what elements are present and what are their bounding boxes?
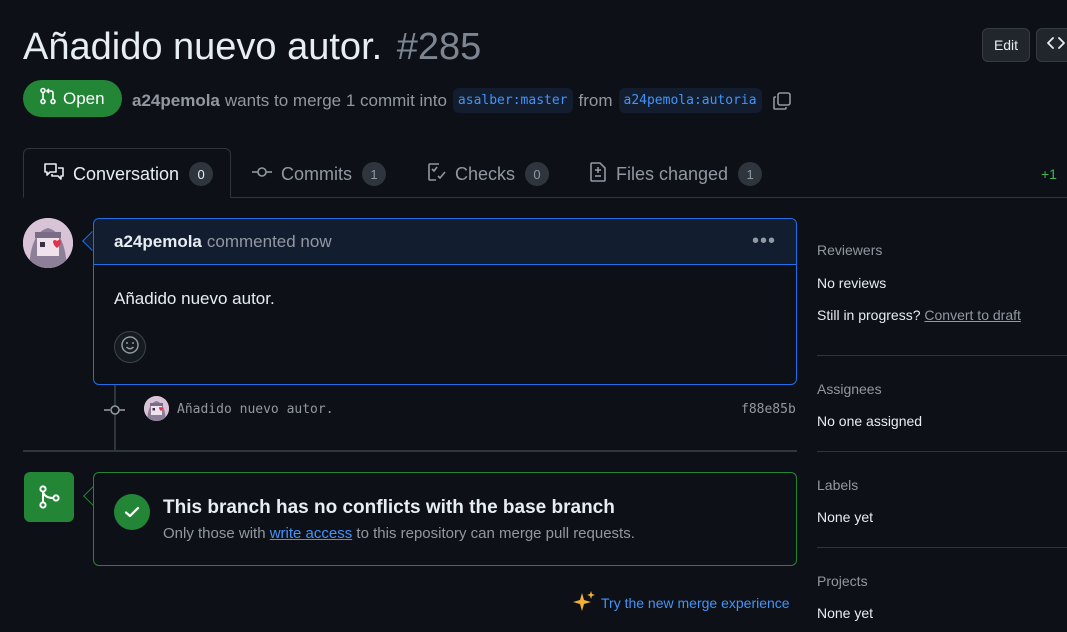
- tab-counter: 0: [525, 162, 550, 186]
- assignees-value: No one assigned: [817, 413, 923, 429]
- merge-status-title: This branch has no conflicts with the ba…: [163, 497, 615, 518]
- merge-sub-prefix: Only those with: [163, 525, 266, 542]
- labels-heading[interactable]: Labels: [817, 477, 858, 493]
- tab-label: Files changed: [616, 163, 729, 184]
- tab-checks[interactable]: Checks 0: [427, 160, 550, 188]
- tab-counter: 1: [362, 162, 386, 186]
- assignees-heading[interactable]: Assignees: [817, 381, 882, 397]
- add-reaction-button[interactable]: [114, 331, 146, 363]
- pr-from-text: from: [578, 90, 613, 110]
- projects-heading[interactable]: Projects: [817, 573, 868, 589]
- pr-state-badge: Open: [23, 80, 122, 117]
- smiley-icon: [120, 335, 140, 360]
- merge-sub-suffix: to this repository can merge pull reques…: [356, 525, 635, 542]
- edit-button[interactable]: Edit: [982, 28, 1030, 62]
- merge-status-subtitle: Only those with write access to this rep…: [163, 525, 635, 542]
- checklist-icon: [427, 162, 447, 187]
- git-merge-icon: [24, 472, 74, 522]
- reviewers-value: No reviews: [817, 275, 887, 291]
- git-commit-icon: [251, 162, 273, 187]
- comment-body: Añadido nuevo autor.: [114, 289, 275, 308]
- sidebar-divider: [817, 451, 1067, 452]
- commit-message-link[interactable]: Añadido nuevo autor.: [177, 402, 334, 417]
- code-icon: [1047, 35, 1065, 56]
- comment-header: a24pemola commented now •••: [94, 219, 796, 265]
- write-access-link[interactable]: write access: [270, 525, 353, 542]
- kebab-horizontal-icon[interactable]: •••: [752, 230, 776, 253]
- check-icon: [114, 494, 150, 530]
- tab-label: Commits: [281, 163, 352, 184]
- in-progress-text: Still in progress?: [817, 307, 921, 323]
- tab-label: Conversation: [73, 163, 180, 184]
- convert-to-draft-link[interactable]: Convert to draft: [924, 307, 1021, 323]
- comment-discussion-icon: [43, 162, 65, 187]
- pr-title-text: Añadido nuevo autor.: [23, 26, 383, 68]
- sidebar-divider: [817, 547, 1067, 548]
- tab-counter: 1: [738, 162, 763, 186]
- head-branch-ref[interactable]: a24pemola:autoria: [618, 88, 762, 113]
- pr-state-label: Open: [63, 88, 105, 108]
- timeline-separator: [23, 450, 797, 452]
- pr-title: Añadido nuevo autor. #285: [23, 26, 481, 69]
- tab-label: Checks: [455, 163, 516, 184]
- try-new-merge-label: Try the new merge experience: [601, 594, 790, 611]
- merge-status-box: [93, 472, 797, 566]
- comment-author-link[interactable]: a24pemola: [114, 232, 202, 252]
- tab-commits[interactable]: Commits 1: [251, 160, 386, 188]
- file-diff-icon: [588, 161, 608, 187]
- commit-sha-link[interactable]: f88e85b: [741, 402, 796, 417]
- draft-prompt: Still in progress? Convert to draft: [817, 307, 1021, 323]
- comment-timestamp[interactable]: commented now: [207, 232, 332, 252]
- reviewers-heading[interactable]: Reviewers: [817, 242, 882, 258]
- labels-value: None yet: [817, 509, 874, 525]
- diffstat-additions: +1: [1041, 166, 1057, 182]
- tab-counter: 0: [189, 162, 214, 186]
- sidebar-divider: [817, 355, 1067, 356]
- projects-value: None yet: [817, 605, 874, 621]
- sparkles-icon: [572, 590, 596, 615]
- try-new-merge-link[interactable]: Try the new merge experience: [572, 590, 790, 615]
- git-commit-icon: [104, 402, 126, 423]
- avatar[interactable]: [23, 218, 73, 268]
- base-branch-ref[interactable]: asalber:master: [452, 88, 573, 113]
- tab-files-changed[interactable]: Files changed 1: [588, 160, 763, 188]
- code-button[interactable]: [1036, 28, 1067, 62]
- pr-meta: a24pemola wants to merge 1 commit into a…: [132, 88, 792, 113]
- commit-author-avatar[interactable]: [144, 396, 169, 421]
- copy-icon[interactable]: [772, 91, 792, 111]
- git-pull-request-icon: [39, 87, 57, 110]
- tab-conversation[interactable]: Conversation 0: [43, 160, 214, 188]
- pr-wants-text: wants to merge 1 commit into: [224, 90, 447, 110]
- pr-author-link[interactable]: a24pemola: [132, 91, 220, 111]
- comment-card: a24pemola commented now ••• Añadido nuev…: [93, 218, 797, 385]
- pr-number: #285: [396, 26, 482, 68]
